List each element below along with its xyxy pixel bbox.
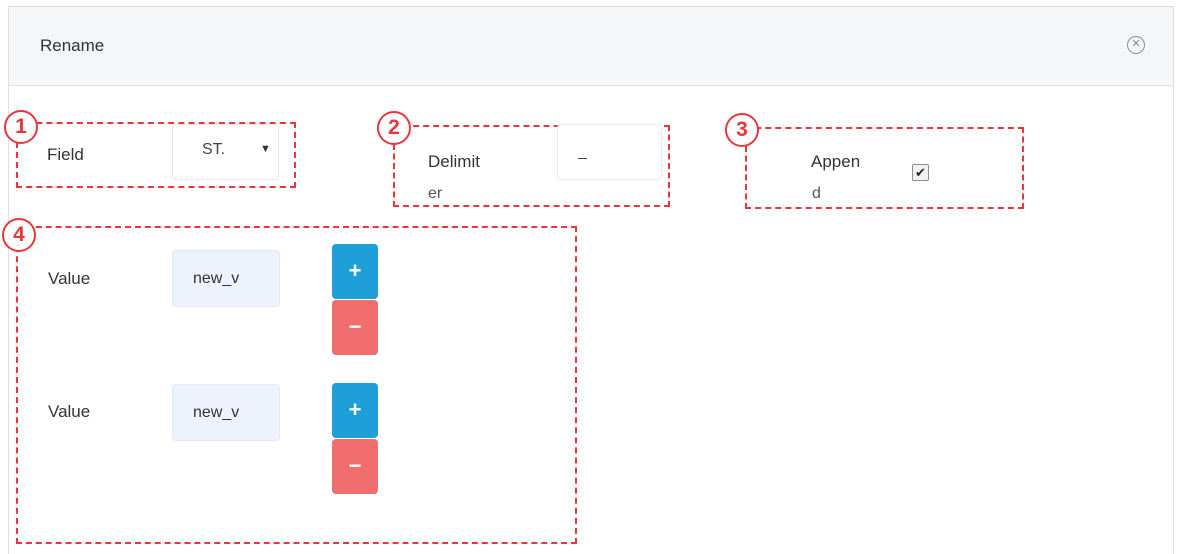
append-label-line2: d	[812, 185, 821, 202]
annotation-marker-2: 2	[377, 111, 411, 145]
add-value-button[interactable]: +	[332, 244, 378, 299]
dialog-header: Rename ✕	[9, 7, 1173, 86]
annotation-marker-3: 3	[725, 113, 759, 147]
delimiter-label-line2: er	[428, 185, 443, 202]
remove-value-button[interactable]: −	[332, 300, 378, 355]
annotation-marker-4: 4	[2, 218, 36, 252]
chevron-down-icon: ▼	[260, 143, 271, 155]
value-input[interactable]	[172, 384, 280, 441]
remove-value-button[interactable]: −	[332, 439, 378, 494]
value-label: Value	[48, 269, 91, 288]
checkmark-icon: ✔	[915, 165, 926, 180]
append-checkbox[interactable]: ✔	[912, 164, 929, 181]
annotation-box-values	[16, 226, 577, 544]
annotation-marker-1: 1	[4, 110, 38, 144]
field-select-value: ST.	[202, 141, 226, 158]
add-value-button[interactable]: +	[332, 383, 378, 438]
value-input[interactable]	[172, 250, 280, 307]
value-label: Value	[48, 402, 91, 421]
field-label: Field	[47, 145, 84, 164]
close-icon[interactable]: ✕	[1127, 36, 1145, 54]
dialog-title: Rename	[40, 36, 105, 55]
delimiter-label-line1: Delimit	[428, 152, 480, 171]
field-select[interactable]: ST. ▼	[172, 124, 279, 180]
delimiter-input[interactable]	[557, 124, 662, 180]
annotation-box-append	[745, 127, 1024, 209]
append-label-line1: Appen	[811, 152, 861, 171]
